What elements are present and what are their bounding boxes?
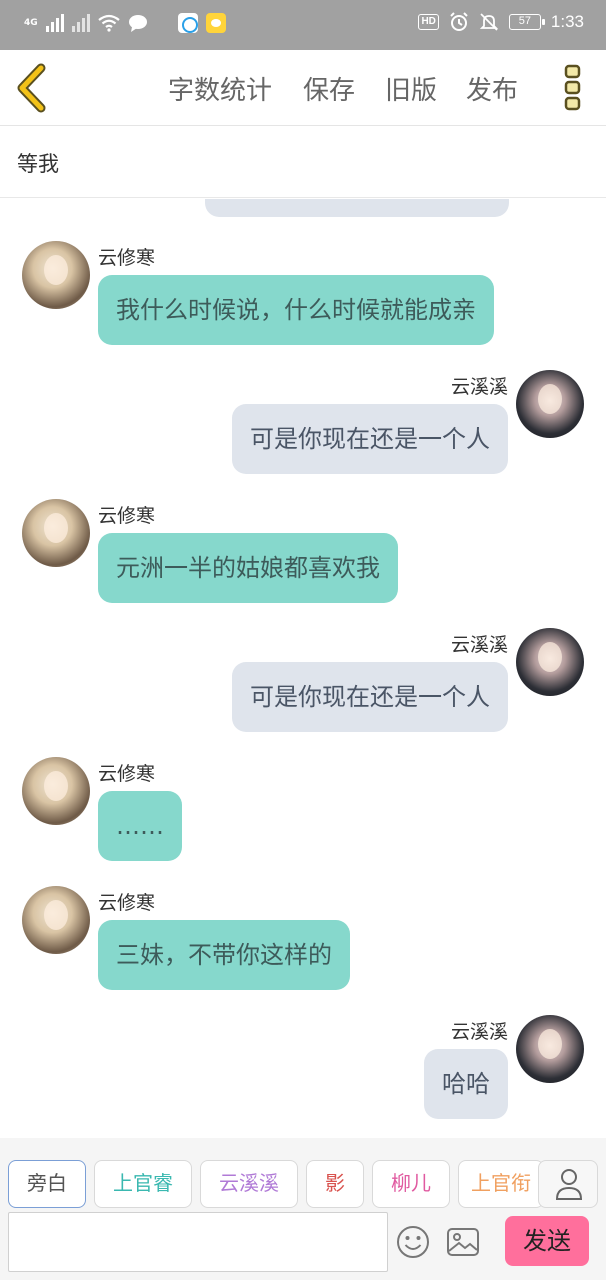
mute-icon [479,13,499,31]
more-vertical-icon[interactable] [560,64,586,112]
avatar[interactable] [22,241,90,309]
chat-bubble[interactable]: 可是你现在还是一个人 [232,662,508,732]
chat-bubble[interactable]: 可是你现在还是一个人 [232,404,508,474]
speaker-name: 云溪溪 [450,376,508,398]
signal-icon [71,14,90,32]
chat-bubble[interactable]: 三妹，不带你这样的 [98,920,350,990]
story-title-row[interactable]: 等我 [0,126,606,198]
network-type: 4G [24,17,38,28]
chat-bubble-partial [205,199,509,217]
hd-badge: HD [418,14,439,30]
user-icon[interactable] [538,1160,598,1208]
image-icon[interactable] [446,1226,480,1258]
wifi-icon [97,14,120,32]
chat-bubble[interactable]: 我什么时候说，什么时候就能成亲 [98,275,494,345]
speaker-name: 云修寒 [98,505,156,527]
alarm-icon [450,12,468,31]
signal-icon [45,14,64,32]
emoji-icon[interactable] [395,1224,431,1260]
app-icon [205,13,226,33]
composer: 发送 [0,1210,606,1280]
role-chip[interactable]: 柳儿 [372,1160,450,1208]
speaker-name: 云修寒 [98,247,156,269]
battery-icon: 57 [508,14,545,30]
role-chip[interactable]: 旁白 [8,1160,86,1208]
editor-header: 字数统计 保存 旧版 发布 [0,50,606,126]
old-version-button[interactable]: 旧版 [385,70,437,107]
status-time: 1:33 [550,12,584,31]
role-chip[interactable]: 云溪溪 [200,1160,298,1208]
chevron-left-icon[interactable] [10,62,54,114]
chat-bubble[interactable]: 哈哈 [424,1049,508,1119]
send-button[interactable]: 发送 [505,1216,589,1266]
message-input[interactable] [8,1212,388,1272]
status-left: 4G [24,13,226,33]
role-chip[interactable]: 上官衔 [458,1160,544,1208]
chat-area[interactable]: 云修寒 我什么时候说，什么时候就能成亲 云溪溪 可是你现在还是一个人 云修寒 元… [0,199,606,1138]
role-chip[interactable]: 上官睿 [94,1160,192,1208]
app-icon [177,13,198,33]
message-icon [128,15,147,32]
avatar[interactable] [22,499,90,567]
avatar[interactable] [516,1015,584,1083]
chat-bubble[interactable]: 元洲一半的姑娘都喜欢我 [98,533,398,603]
status-right: HD 57 1:33 [418,12,584,32]
speaker-name: 云修寒 [98,892,156,914]
word-count-button[interactable]: 字数统计 [168,70,272,107]
avatar[interactable] [516,370,584,438]
role-selector: 旁白 上官睿 云溪溪 影 柳儿 上官衔 [0,1138,606,1210]
speaker-name: 云溪溪 [450,634,508,656]
avatar[interactable] [516,628,584,696]
chat-bubble[interactable]: …… [98,791,182,861]
save-button[interactable]: 保存 [303,70,355,107]
speaker-name: 云修寒 [98,763,156,785]
speaker-name: 云溪溪 [450,1021,508,1043]
status-bar: 4G HD 57 1:33 [0,0,606,50]
avatar[interactable] [22,757,90,825]
publish-button[interactable]: 发布 [466,70,518,107]
role-chip[interactable]: 影 [306,1160,364,1208]
story-title[interactable]: 等我 [17,148,59,178]
avatar[interactable] [22,886,90,954]
